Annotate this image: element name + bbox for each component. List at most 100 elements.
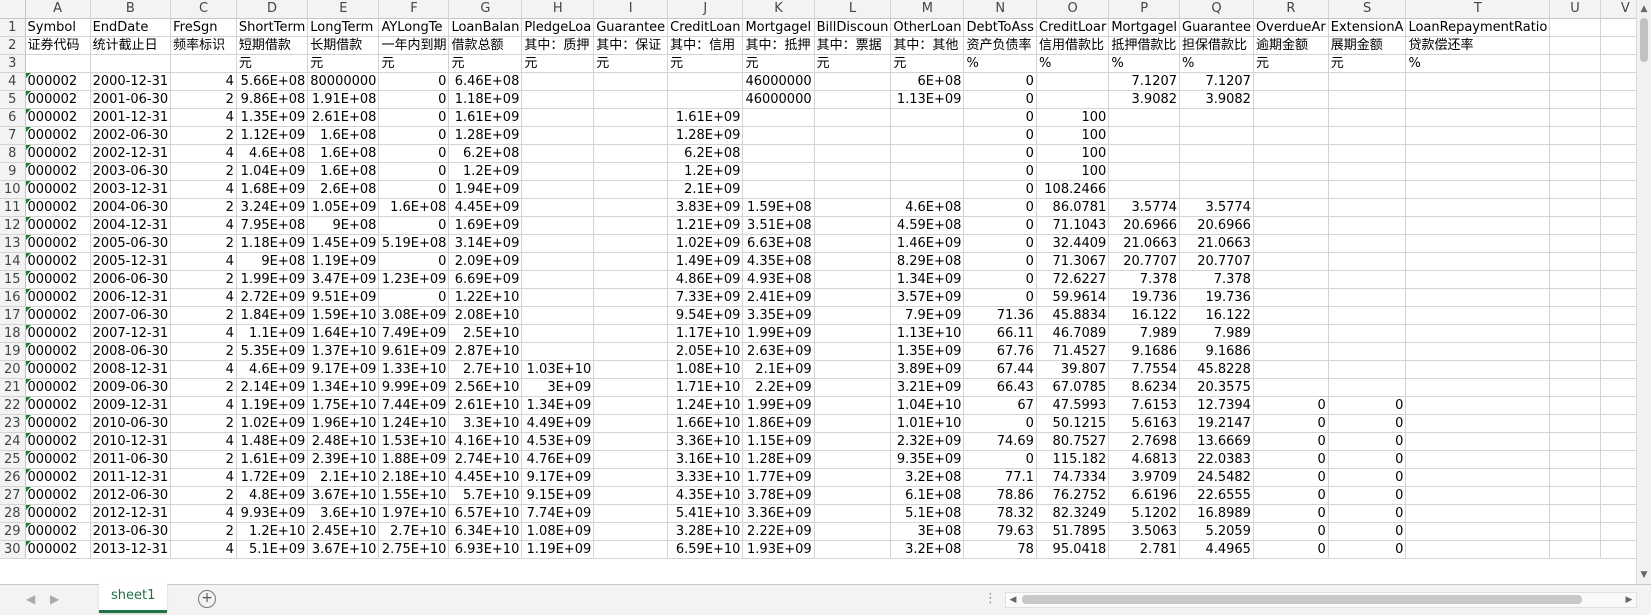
row-header[interactable]: 12 — [0, 216, 26, 235]
cell[interactable] — [1253, 180, 1329, 199]
cell[interactable] — [1253, 288, 1329, 307]
cell[interactable] — [1328, 108, 1407, 127]
cell[interactable] — [593, 90, 669, 109]
cell[interactable] — [1328, 342, 1407, 361]
cell[interactable] — [814, 162, 892, 181]
cell[interactable]: 80.7527 — [1036, 432, 1110, 451]
cell[interactable] — [742, 180, 815, 199]
cell[interactable]: 0 — [1253, 504, 1329, 523]
cell[interactable] — [1405, 522, 1551, 541]
row-header[interactable]: 21 — [0, 378, 26, 397]
cell[interactable]: 9E+08 — [307, 216, 380, 235]
cell[interactable] — [1253, 360, 1329, 379]
cell[interactable]: 元 — [378, 54, 450, 73]
cell[interactable] — [1328, 198, 1407, 217]
cell[interactable] — [814, 180, 892, 199]
cell[interactable]: 6.46E+08 — [448, 72, 523, 91]
cell[interactable]: 3E+08 — [890, 522, 965, 541]
cell[interactable]: 0 — [963, 288, 1037, 307]
cell[interactable]: 0 — [963, 252, 1037, 271]
cell[interactable] — [521, 288, 595, 307]
cell[interactable]: 元 — [742, 54, 815, 73]
column-header[interactable]: S — [1328, 0, 1407, 19]
cell[interactable] — [1328, 162, 1407, 181]
cell[interactable]: 2.56E+10 — [448, 378, 523, 397]
cell[interactable]: 4.45E+10 — [448, 468, 523, 487]
cell[interactable] — [1328, 270, 1407, 289]
column-header[interactable]: N — [963, 0, 1037, 19]
cell[interactable] — [1328, 306, 1407, 325]
cell[interactable]: 115.182 — [1036, 450, 1110, 469]
scroll-right-icon[interactable]: ▶ — [1622, 593, 1636, 607]
cell[interactable] — [1549, 432, 1601, 451]
cell[interactable]: 0 — [1253, 468, 1329, 487]
cell[interactable]: 5.19E+08 — [378, 234, 450, 253]
cell[interactable] — [814, 216, 892, 235]
cell[interactable]: 其中：抵押 — [742, 36, 815, 55]
cell[interactable] — [814, 378, 892, 397]
cell[interactable]: ExtensionA — [1328, 18, 1407, 37]
cell[interactable]: 担保借款比 — [1179, 36, 1254, 55]
cell[interactable]: 2004-06-30 — [90, 198, 172, 217]
cell[interactable]: 2003-12-31 — [90, 180, 172, 199]
cell[interactable]: 2.61E+08 — [307, 108, 380, 127]
cell[interactable]: 000002 — [25, 270, 91, 289]
cell[interactable]: 0 — [378, 216, 450, 235]
cell[interactable]: 24.5482 — [1179, 468, 1254, 487]
cell[interactable] — [593, 468, 669, 487]
cell[interactable] — [1549, 216, 1601, 235]
cell[interactable]: 1.04E+10 — [890, 396, 965, 415]
cell[interactable]: 6E+08 — [890, 72, 965, 91]
cell[interactable]: 5.66E+08 — [236, 72, 309, 91]
cell[interactable]: 2007-12-31 — [90, 324, 172, 343]
cell[interactable]: 12.7394 — [1179, 396, 1254, 415]
cell[interactable] — [1405, 252, 1551, 271]
cell[interactable]: 0 — [963, 450, 1037, 469]
cell[interactable]: 2.32E+09 — [890, 432, 965, 451]
row-header[interactable]: 9 — [0, 162, 26, 181]
cell[interactable] — [814, 504, 892, 523]
cell[interactable] — [1549, 90, 1601, 109]
cell[interactable] — [521, 180, 595, 199]
cell[interactable]: 4 — [170, 504, 237, 523]
cell[interactable]: 1.61E+09 — [667, 108, 744, 127]
cell[interactable]: 元 — [448, 54, 523, 73]
cell[interactable]: 2.63E+09 — [742, 342, 815, 361]
cell[interactable] — [1036, 72, 1110, 91]
cell[interactable]: 22.6555 — [1179, 486, 1254, 505]
cell[interactable]: 6.57E+10 — [448, 504, 523, 523]
cell[interactable]: 2.75E+10 — [378, 540, 450, 559]
column-header[interactable]: F — [378, 0, 450, 19]
cell[interactable] — [890, 180, 965, 199]
cell[interactable]: 2013-12-31 — [90, 540, 172, 559]
cell[interactable]: OtherLoan — [890, 18, 965, 37]
cell[interactable]: 1.99E+09 — [742, 324, 815, 343]
cell[interactable] — [593, 126, 669, 145]
cell[interactable]: 000002 — [25, 360, 91, 379]
cell[interactable]: 2 — [170, 450, 237, 469]
cell[interactable] — [1253, 342, 1329, 361]
cell[interactable]: 2.1E+10 — [307, 468, 380, 487]
row-header[interactable]: 30 — [0, 540, 26, 559]
cell[interactable]: 1.46E+09 — [890, 234, 965, 253]
add-sheet-icon[interactable]: + — [198, 590, 216, 608]
cell[interactable]: 1.19E+09 — [521, 540, 595, 559]
cell[interactable] — [890, 108, 965, 127]
cell[interactable]: 4 — [170, 540, 237, 559]
cell[interactable]: 2.87E+10 — [448, 342, 523, 361]
cell[interactable]: 2 — [170, 342, 237, 361]
cell[interactable]: 1.77E+09 — [742, 468, 815, 487]
cell[interactable]: 7.1207 — [1179, 72, 1254, 91]
cell[interactable] — [1549, 468, 1601, 487]
cell[interactable]: 2012-12-31 — [90, 504, 172, 523]
cell[interactable] — [1549, 522, 1601, 541]
cell[interactable]: 1.2E+09 — [667, 162, 744, 181]
cell[interactable]: 000002 — [25, 180, 91, 199]
cell[interactable]: 其中：票据 — [814, 36, 892, 55]
cell[interactable]: 4.53E+09 — [521, 432, 595, 451]
column-header[interactable]: I — [593, 0, 669, 19]
cell[interactable]: 元 — [890, 54, 965, 73]
row-header[interactable]: 22 — [0, 396, 26, 415]
cell[interactable]: 2 — [170, 90, 237, 109]
cell[interactable] — [890, 162, 965, 181]
